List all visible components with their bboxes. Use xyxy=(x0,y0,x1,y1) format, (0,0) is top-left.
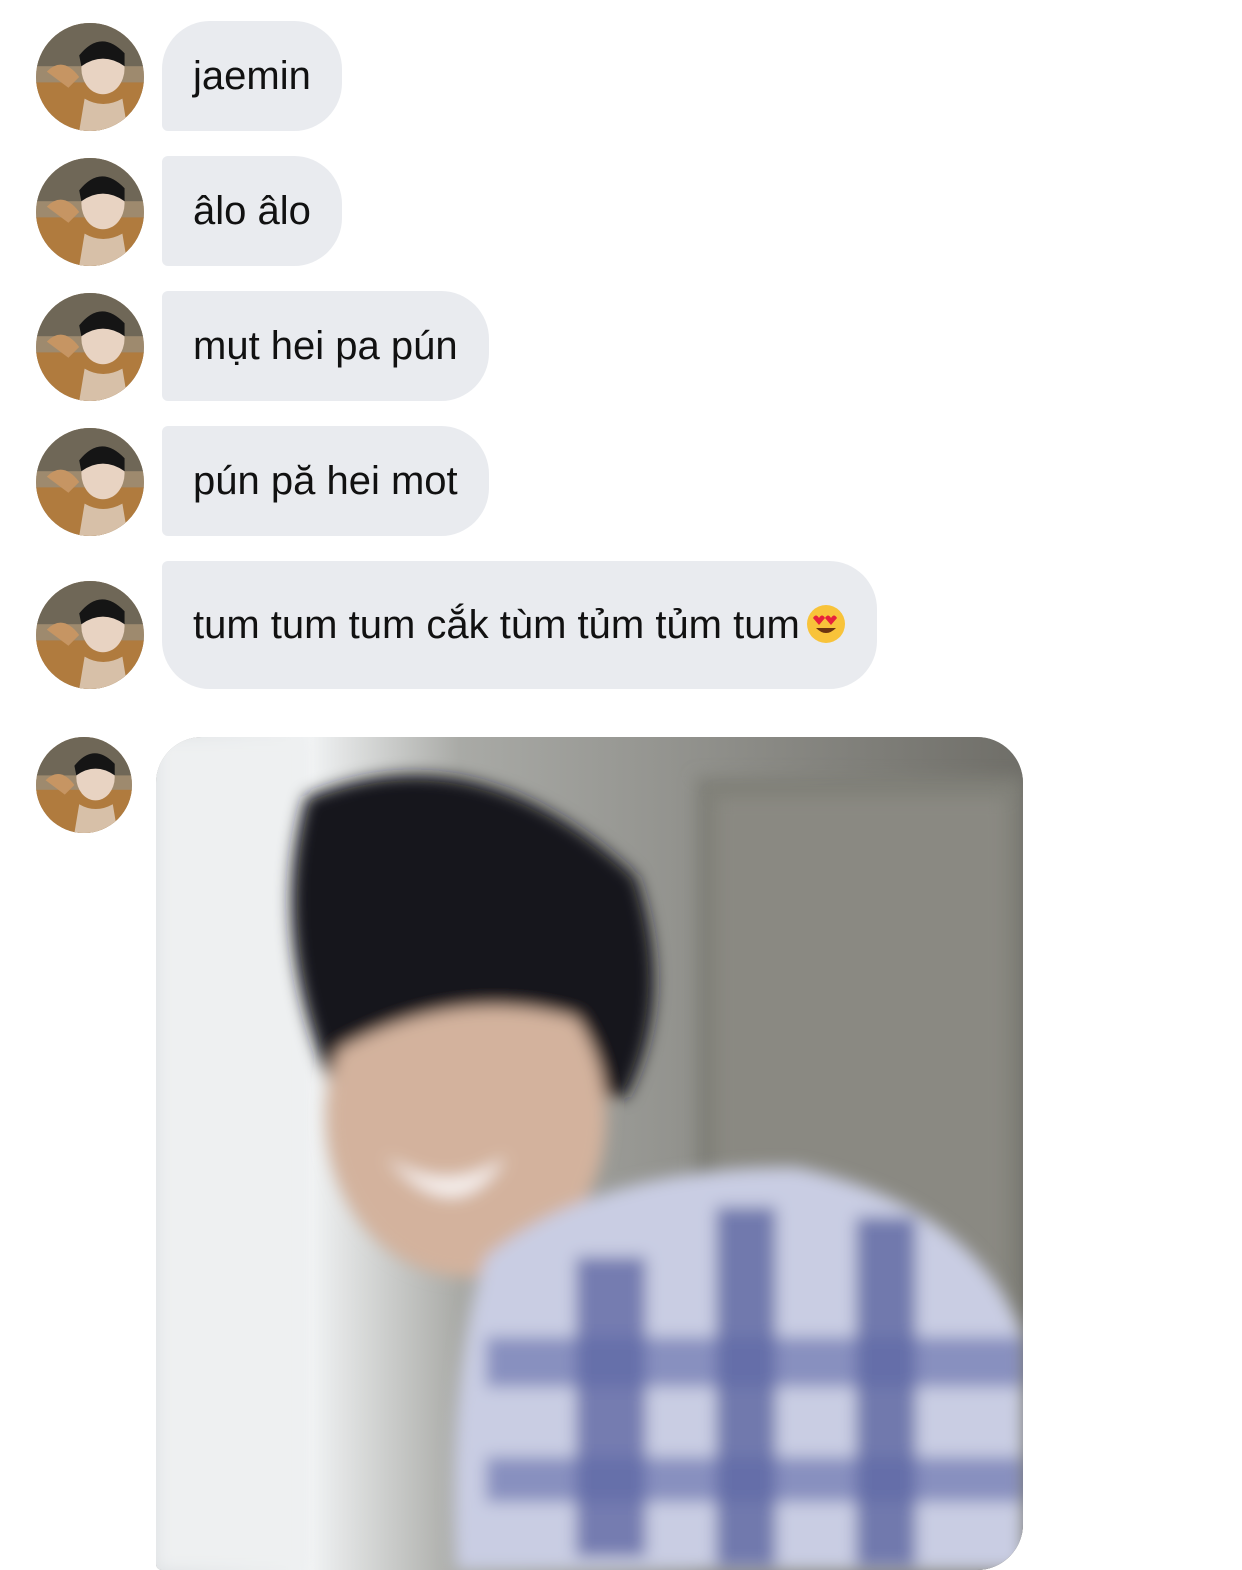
message-text: âlo âlo xyxy=(193,189,311,233)
sender-avatar[interactable] xyxy=(36,23,144,131)
avatar-photo-icon xyxy=(36,428,144,536)
sender-avatar[interactable] xyxy=(36,737,132,833)
message-text: mụt hei pa pún xyxy=(193,324,458,368)
sender-avatar[interactable] xyxy=(36,581,144,689)
avatar-photo-icon xyxy=(36,293,144,401)
message-bubble[interactable]: tum tum tum cắk tùm tủm tủm tum xyxy=(162,561,877,689)
photo-attachment-icon xyxy=(156,737,1023,1570)
message-bubble[interactable]: pún pă hei mot xyxy=(162,426,489,536)
sender-avatar[interactable] xyxy=(36,158,144,266)
message-bubble[interactable]: âlo âlo xyxy=(162,156,342,266)
heart-eyes-emoji-icon xyxy=(806,605,845,643)
message-text: jaemin xyxy=(193,54,311,98)
photo-attachment[interactable] xyxy=(156,737,1023,1570)
avatar-photo-icon xyxy=(36,158,144,266)
sender-avatar[interactable] xyxy=(36,428,144,536)
avatar-photo-icon xyxy=(36,23,144,131)
avatar-photo-icon xyxy=(36,581,144,689)
message-text: tum tum tum cắk tùm tủm tủm tum xyxy=(193,603,800,647)
message-bubble[interactable]: mụt hei pa pún xyxy=(162,291,489,401)
avatar-photo-icon xyxy=(36,737,132,833)
message-text: pún pă hei mot xyxy=(193,459,458,503)
message-bubble[interactable]: jaemin xyxy=(162,21,342,131)
sender-avatar[interactable] xyxy=(36,293,144,401)
